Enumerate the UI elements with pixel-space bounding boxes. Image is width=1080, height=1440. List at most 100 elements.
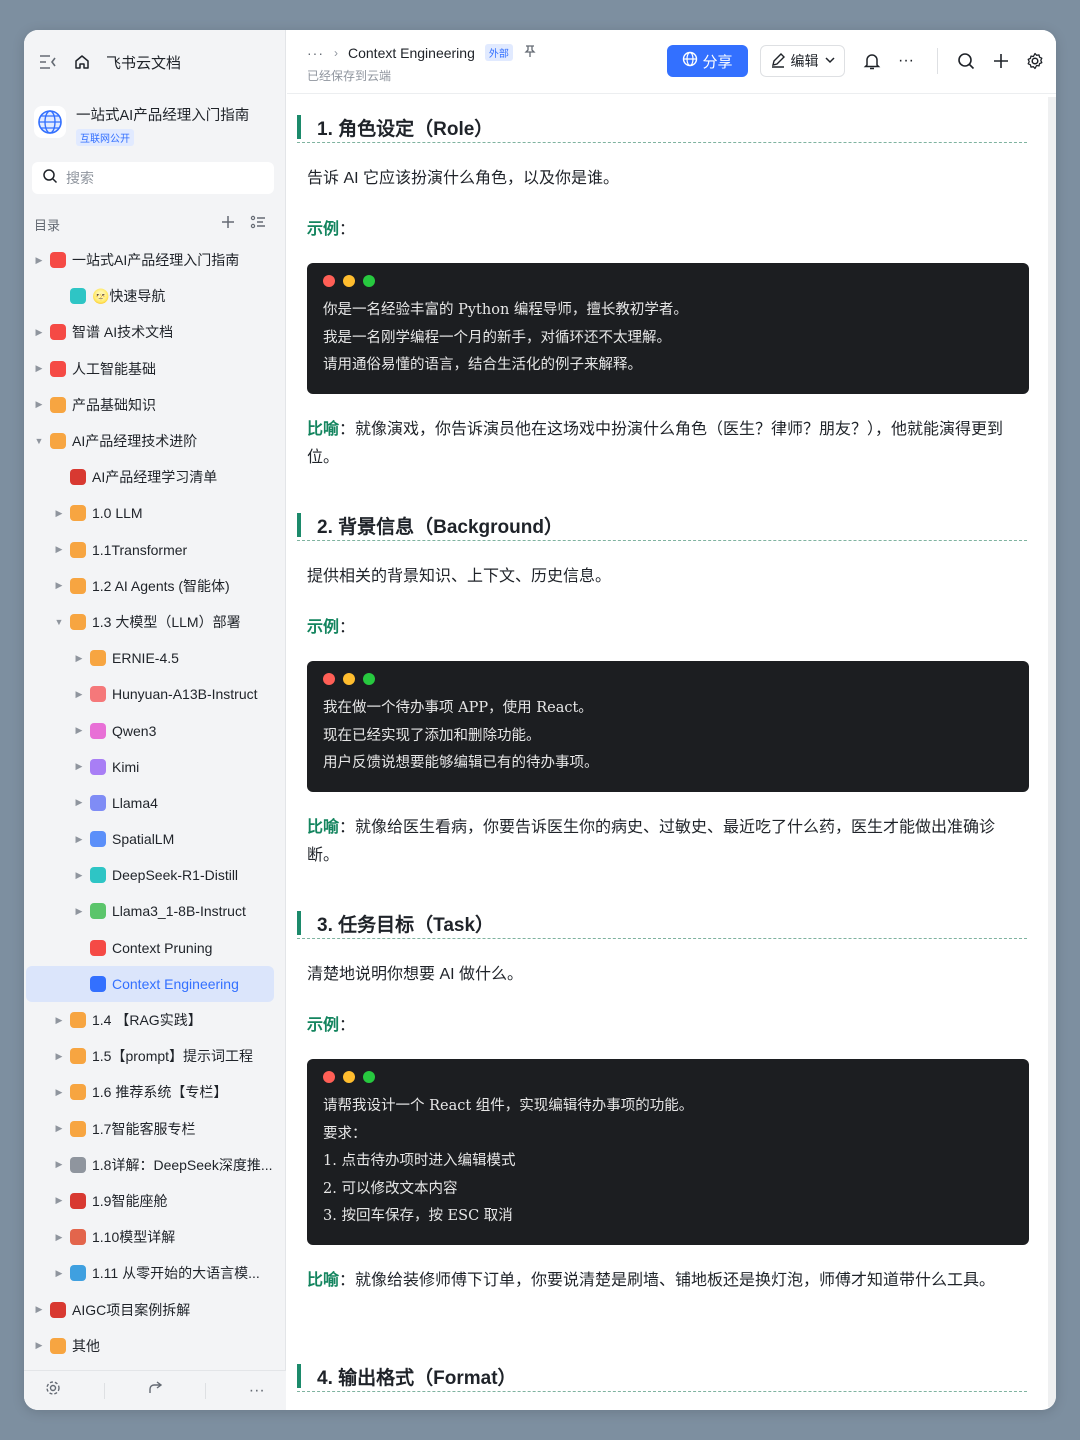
add-icon[interactable]: [220, 214, 236, 235]
scrollbar[interactable]: [1048, 97, 1056, 1407]
search-input[interactable]: [66, 170, 246, 186]
grid-icon: [70, 1012, 86, 1029]
tree-item[interactable]: ▶ 1.1Transformer: [24, 532, 286, 568]
tree-item[interactable]: ▶ Llama3_1-8B-Instruct: [24, 893, 286, 929]
pin-icon[interactable]: [523, 44, 537, 61]
home-icon[interactable]: [72, 52, 92, 72]
caret-right-icon[interactable]: ▶: [72, 761, 86, 772]
tree-item-label: 1.7智能客服专栏: [92, 1120, 196, 1137]
tree-item[interactable]: ▶ 1.2 AI Agents (智能体): [24, 568, 286, 604]
gear-icon[interactable]: [1024, 50, 1046, 72]
more-icon[interactable]: ···: [895, 50, 917, 72]
bell-icon[interactable]: [861, 50, 883, 72]
share-out-icon[interactable]: [147, 1380, 163, 1401]
search-icon[interactable]: [955, 50, 977, 72]
tree-item[interactable]: Context Pruning: [24, 930, 286, 966]
code-block[interactable]: 我在做一个待办事项 APP，使用 React。 现在已经实现了添加和删除功能。 …: [307, 661, 1029, 792]
tree-item[interactable]: ▶ 1.11 从零开始的大语言模...: [24, 1255, 286, 1291]
tree-item[interactable]: ▶ 1.0 LLM: [24, 495, 286, 531]
caret-right-icon[interactable]: ▶: [52, 1051, 66, 1062]
tree-item[interactable]: ▶ ERNIE-4.5: [24, 640, 286, 676]
caret-right-icon[interactable]: ▶: [72, 689, 86, 700]
tree-item-label: 其他: [72, 1337, 100, 1354]
code-block[interactable]: 请帮我设计一个 React 组件，实现编辑待办事项的功能。 要求： 1. 点击待…: [307, 1059, 1029, 1245]
caret-right-icon[interactable]: ▶: [52, 1159, 66, 1170]
brand-name[interactable]: 飞书云文档: [106, 52, 181, 73]
caret-right-icon[interactable]: ▶: [52, 1195, 66, 1206]
breadcrumb-title[interactable]: Context Engineering: [348, 45, 475, 61]
share-button[interactable]: 分享: [667, 45, 748, 77]
code-line: 3. 按回车保存，按 ESC 取消: [323, 1208, 513, 1224]
window-lights: [323, 275, 1013, 287]
caret-right-icon[interactable]: ▶: [32, 363, 46, 374]
tree-item[interactable]: ▶ Hunyuan-A13B-Instruct: [24, 676, 286, 712]
analogy-text: 比喻：就像演戏，你告诉演员他在这场戏中扮演什么角色（医生？律师？朋友？），他就能…: [307, 420, 1004, 466]
tree-item[interactable]: ▶ DeepSeek-R1-Distill: [24, 857, 286, 893]
tree-item[interactable]: ▶ 1.7智能客服专栏: [24, 1111, 286, 1147]
tree-item[interactable]: ▶ 智谱 AI技术文档: [24, 314, 286, 350]
caret-right-icon[interactable]: ▶: [72, 870, 86, 881]
caret-right-icon[interactable]: ▶: [32, 399, 46, 410]
code-block[interactable]: 你是一名经验丰富的 Python 编程导师，擅长教初学者。 我是一名刚学编程一个…: [307, 263, 1029, 394]
caret-right-icon[interactable]: ▶: [72, 906, 86, 917]
search-box[interactable]: [32, 162, 274, 194]
caret-right-icon[interactable]: ▶: [72, 834, 86, 845]
breadcrumb-more[interactable]: ···: [307, 45, 324, 61]
caret-right-icon[interactable]: ▶: [52, 1123, 66, 1134]
doc-title[interactable]: 一站式AI产品经理入门指南: [76, 104, 249, 125]
caret-right-icon[interactable]: ▶: [52, 1015, 66, 1026]
more-icon[interactable]: ···: [249, 1382, 265, 1400]
caret-right-icon[interactable]: ▶: [32, 327, 46, 338]
tree-item-label: 1.4 【RAG实践】: [92, 1012, 202, 1029]
tree-item[interactable]: ▶ Llama4: [24, 785, 286, 821]
tree-item[interactable]: ▶ Qwen3: [24, 712, 286, 748]
tree-item[interactable]: ▶ 人工智能基础: [24, 351, 286, 387]
caret-right-icon[interactable]: ▶: [32, 1340, 46, 1351]
floppy-icon: [70, 469, 86, 486]
plus-icon[interactable]: [990, 50, 1012, 72]
tree-item-label: 智谱 AI技术文档: [72, 324, 174, 341]
code-line: 现在已经实现了添加和删除功能。: [323, 727, 541, 744]
caret-right-icon[interactable]: ▶: [72, 797, 86, 808]
tree-item[interactable]: AI产品经理学习清单: [24, 459, 286, 495]
tree-item[interactable]: 🌝快速导航: [24, 278, 286, 314]
caret-right-icon[interactable]: ▶: [52, 544, 66, 555]
section-heading: 2. 背景信息（Background）: [297, 511, 1027, 541]
caret-right-icon[interactable]: ▶: [72, 725, 86, 736]
grid-icon: [70, 1120, 86, 1137]
tree-item[interactable]: ▶ 1.5【prompt】提示词工程: [24, 1038, 286, 1074]
tree-item[interactable]: ▶ 1.4 【RAG实践】: [24, 1002, 286, 1038]
grid-icon: [70, 1048, 86, 1065]
outline-list-icon[interactable]: [250, 214, 266, 235]
section-role: 1. 角色设定（Role） 告诉 AI 它应该扮演什么角色，以及你是谁。 示例：…: [297, 113, 1029, 472]
collapse-sidebar-icon[interactable]: [38, 52, 58, 72]
caret-down-icon[interactable]: ▼: [52, 617, 66, 627]
tree-item[interactable]: Context Engineering: [26, 965, 274, 1002]
tree-item[interactable]: ▶ 1.10模型详解: [24, 1219, 286, 1255]
tree-item[interactable]: ▶ 一站式AI产品经理入门指南: [24, 242, 286, 278]
caret-right-icon[interactable]: ▶: [52, 1268, 66, 1279]
caret-right-icon[interactable]: ▶: [52, 580, 66, 591]
caret-right-icon[interactable]: ▶: [72, 653, 86, 664]
edit-button[interactable]: 编辑: [760, 45, 845, 77]
tree-item[interactable]: ▶ 1.9智能座舱: [24, 1183, 286, 1219]
tree-item[interactable]: ▼ AI产品经理技术进阶: [24, 423, 286, 459]
tree-item[interactable]: ▼ 1.3 大模型（LLM）部署: [24, 604, 286, 640]
tree-item[interactable]: ▶ Kimi: [24, 749, 286, 785]
tree-item[interactable]: ▶ 产品基础知识: [24, 387, 286, 423]
analogy-text: 比喻：就像给医生看病，你要告诉医生你的病史、过敏史、最近吃了什么药，医生才能做出…: [307, 818, 996, 864]
settings-icon[interactable]: [45, 1380, 61, 1401]
section-heading: 3. 任务目标（Task）: [297, 909, 1027, 939]
caret-down-icon[interactable]: ▼: [32, 436, 46, 446]
caret-right-icon[interactable]: ▶: [32, 255, 46, 266]
caret-right-icon[interactable]: ▶: [52, 1232, 66, 1243]
tree-item[interactable]: ▶ 其他: [24, 1328, 286, 1364]
caret-right-icon[interactable]: ▶: [52, 1087, 66, 1098]
tree-item[interactable]: ▶ SpatialLM: [24, 821, 286, 857]
caret-right-icon[interactable]: ▶: [52, 508, 66, 519]
tree-item[interactable]: ▶ 1.6 推荐系统【专栏】: [24, 1074, 286, 1110]
caret-right-icon[interactable]: ▶: [32, 1304, 46, 1315]
tree-item[interactable]: ▶ 1.8详解：DeepSeek深度推...: [24, 1147, 286, 1183]
tree-item[interactable]: ▶ AIGC项目案例拆解: [24, 1291, 286, 1327]
pencil-icon: [770, 52, 786, 71]
